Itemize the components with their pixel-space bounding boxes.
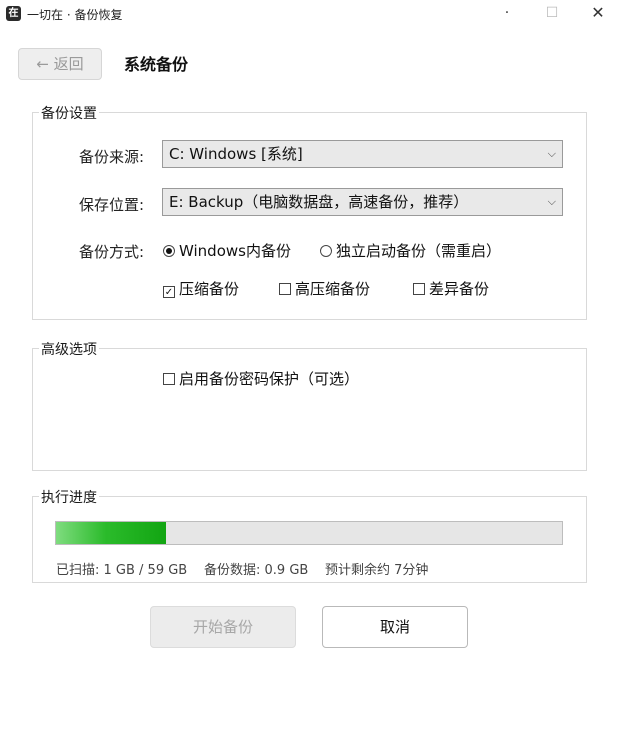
radio-windows-backup[interactable]: Windows内备份	[163, 240, 291, 261]
checkbox-high-compress[interactable]: 高压缩备份	[279, 278, 370, 299]
progress-bar-fill	[56, 522, 166, 544]
scanned-stat: 已扫描: 1 GB / 59 GB	[56, 563, 188, 578]
checkbox-compress[interactable]: ✓ 压缩备份	[163, 278, 239, 299]
app-logo-icon: 在	[6, 6, 21, 21]
radio-standalone-backup-label: 独立启动备份（需重启）	[336, 242, 502, 260]
page-title: 系统备份	[124, 55, 189, 74]
group-title-advanced: 高级选项	[39, 339, 99, 359]
advanced-options-group: 高级选项	[32, 339, 587, 471]
backup-data-stat: 备份数据: 0.9 GB	[204, 563, 309, 578]
target-select-value: E: Backup（电脑数据盘，高速备份，推荐）	[169, 193, 469, 211]
checkbox-empty-icon	[413, 283, 425, 295]
chevron-down-icon: ⌵	[547, 147, 556, 160]
checkbox-password[interactable]: 启用备份密码保护（可选）	[163, 368, 359, 389]
radio-standalone-backup[interactable]: 独立启动备份（需重启）	[320, 240, 501, 261]
title-bar: 在 一切在 · 备份恢复 · ☐ ✕	[0, 0, 618, 28]
start-backup-button[interactable]: 开始备份	[150, 606, 296, 648]
radio-windows-backup-label: Windows内备份	[179, 242, 291, 260]
back-button[interactable]: ← 返回	[18, 48, 102, 80]
remaining-time-stat: 预计剩余约 7分钟	[325, 563, 429, 578]
source-select[interactable]: C: Windows [系统] ⌵	[162, 140, 563, 168]
progress-bar	[55, 521, 563, 545]
radio-unselected-icon	[320, 245, 332, 257]
group-title-settings: 备份设置	[39, 103, 99, 123]
target-select[interactable]: E: Backup（电脑数据盘，高速备份，推荐） ⌵	[162, 188, 563, 216]
target-label: 保存位置:	[79, 196, 145, 214]
cancel-button[interactable]: 取消	[322, 606, 468, 648]
window-title: 一切在 · 备份恢复	[27, 8, 123, 22]
checkbox-differential-label: 差异备份	[429, 280, 490, 298]
checkbox-password-label: 启用备份密码保护（可选）	[179, 370, 360, 388]
chevron-down-icon: ⌵	[547, 195, 556, 208]
close-button[interactable]: ✕	[583, 2, 613, 24]
checkbox-differential[interactable]: 差异备份	[413, 278, 489, 299]
radio-selected-icon	[163, 245, 175, 257]
checkbox-empty-icon	[163, 373, 175, 385]
checkbox-compress-label: 压缩备份	[179, 280, 240, 298]
method-label: 备份方式:	[79, 243, 145, 261]
source-select-value: C: Windows [系统]	[169, 145, 303, 163]
minimize-button[interactable]: ·	[492, 2, 522, 24]
checkbox-high-compress-label: 高压缩备份	[295, 280, 371, 298]
checkmark-icon: ✓	[163, 286, 175, 298]
source-label: 备份来源:	[79, 148, 145, 166]
maximize-button[interactable]: ☐	[537, 2, 567, 24]
checkbox-empty-icon	[279, 283, 291, 295]
group-title-progress: 执行进度	[39, 487, 99, 507]
